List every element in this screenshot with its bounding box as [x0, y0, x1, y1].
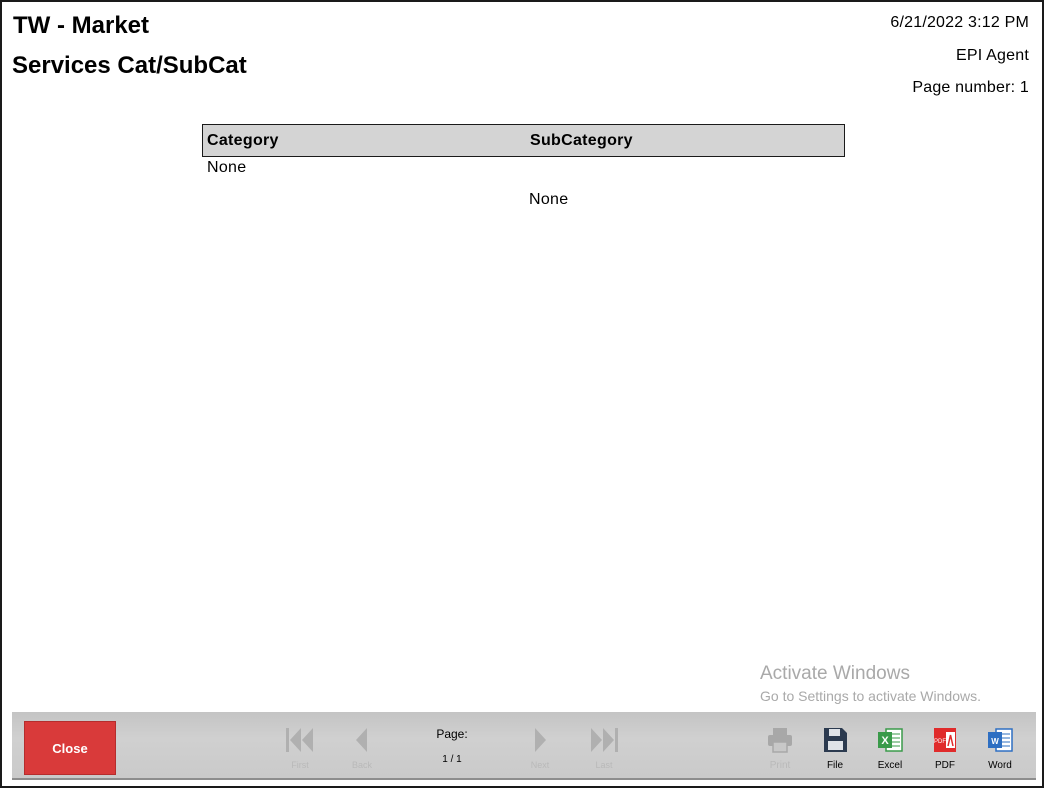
report-user: EPI Agent — [956, 47, 1029, 64]
report-datetime: 6/21/2022 3:12 PM — [890, 14, 1029, 31]
report-viewer-window: TW - Market Services Cat/SubCat 6/21/202… — [0, 0, 1044, 788]
pdf-label: PDF — [935, 760, 955, 771]
last-page-icon — [591, 728, 618, 752]
last-page-button[interactable]: Last — [584, 726, 624, 776]
first-page-label: First — [291, 760, 309, 770]
file-export-button[interactable]: File — [812, 726, 858, 776]
svg-text:W: W — [991, 737, 999, 746]
report-toolbar: Close First Back Page: 1 / 1 Next Last P… — [12, 712, 1036, 780]
column-header-category: Category — [207, 132, 279, 149]
next-page-label: Next — [530, 760, 550, 770]
word-icon: W — [988, 728, 1013, 752]
first-page-icon — [286, 728, 313, 752]
pdf-export-button[interactable]: PDF PDF — [922, 726, 968, 776]
report-title: TW - Market — [13, 12, 150, 39]
report-subtitle: Services Cat/SubCat — [12, 52, 247, 79]
svg-text:PDF: PDF — [934, 739, 946, 745]
table-cell-category: None — [207, 159, 247, 176]
last-page-label: Last — [595, 760, 613, 770]
first-page-button[interactable]: First — [280, 726, 320, 776]
column-header-subcategory: SubCategory — [530, 132, 633, 149]
printer-icon — [768, 728, 792, 753]
svg-text:X: X — [881, 735, 889, 747]
report-page-number: Page number: 1 — [912, 79, 1029, 96]
table-header: Category SubCategory — [202, 124, 845, 157]
activate-windows-title: Activate Windows — [760, 663, 910, 684]
table-cell-subcategory: None — [529, 191, 569, 208]
word-export-button[interactable]: W Word — [977, 726, 1023, 776]
back-page-label: Back — [351, 760, 372, 770]
word-label: Word — [988, 760, 1012, 771]
page-indicator: 1 / 1 — [442, 754, 462, 765]
pdf-icon: PDF — [934, 728, 956, 752]
next-icon — [535, 728, 546, 752]
excel-label: Excel — [877, 760, 903, 771]
file-label: File — [826, 760, 844, 771]
save-file-icon — [824, 728, 847, 752]
print-button[interactable]: Print — [757, 726, 803, 776]
print-label: Print — [769, 760, 791, 771]
excel-icon: X — [878, 728, 903, 752]
close-button[interactable]: Close — [24, 721, 116, 775]
back-page-button[interactable]: Back — [342, 726, 382, 776]
back-icon — [356, 728, 367, 752]
excel-export-button[interactable]: X Excel — [867, 726, 913, 776]
next-page-button[interactable]: Next — [520, 726, 560, 776]
page-label: Page: — [436, 727, 468, 741]
activate-windows-subtitle: Go to Settings to activate Windows. — [760, 688, 981, 704]
